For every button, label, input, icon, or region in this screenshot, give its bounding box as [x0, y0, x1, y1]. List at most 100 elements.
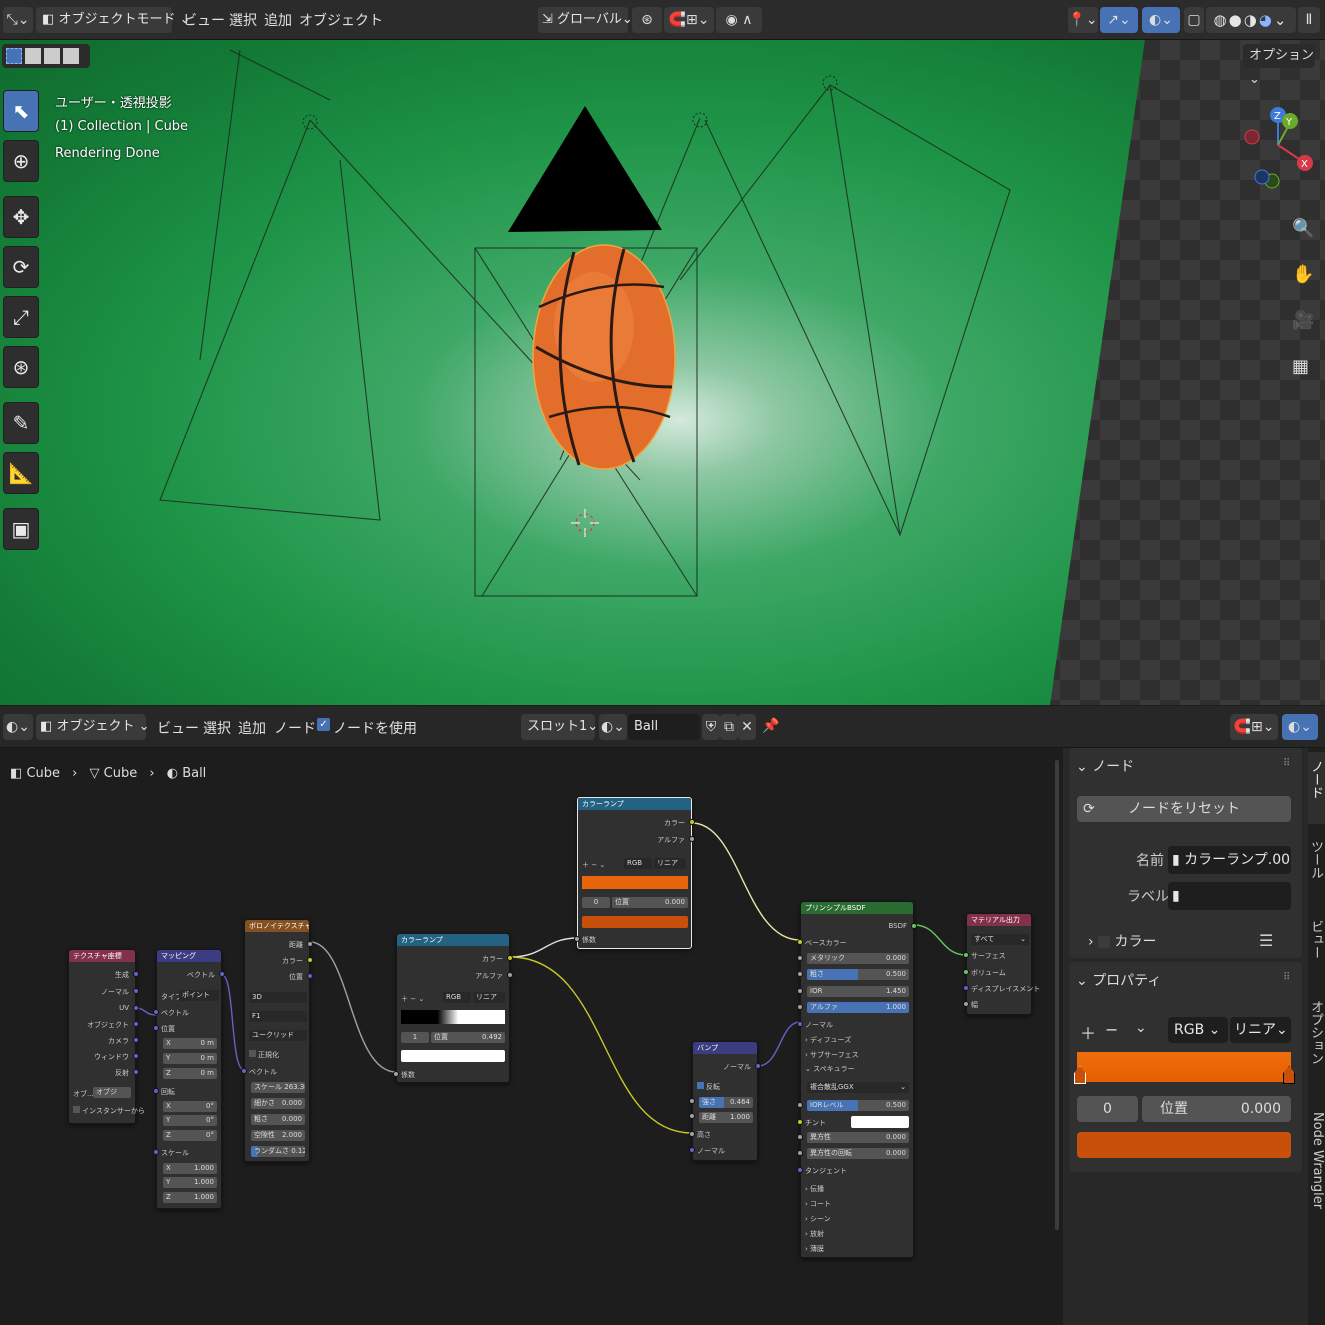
select-mode-icons[interactable]: [2, 44, 90, 68]
socket[interactable]: [507, 955, 513, 961]
socket[interactable]: [911, 923, 917, 929]
rot-z-field[interactable]: Z 0°: [163, 1130, 217, 1141]
node-menu-node[interactable]: ノード: [274, 718, 316, 738]
feature-dropdown[interactable]: F1: [249, 1011, 307, 1022]
node-header[interactable]: テクスチャ座標: [69, 950, 135, 962]
socket[interactable]: [133, 988, 139, 994]
roughness-field[interactable]: 粗さ 0.000: [251, 1114, 305, 1125]
duplicate-material-icon[interactable]: ⧉: [720, 714, 738, 740]
node-header[interactable]: プリンシプルBSDF: [801, 902, 913, 914]
select-extend-icon[interactable]: [25, 48, 41, 64]
options-dropdown[interactable]: オプション ⌄: [1243, 44, 1315, 87]
editor-type-icon[interactable]: ⤡⌄: [3, 7, 33, 33]
voronoi-texture-node[interactable]: ボロノイテクスチャ 距離 カラー 位置 3D F1 ユークリッド 正規化 ベクト…: [241, 919, 313, 1162]
drag-handle-icon[interactable]: ⠿: [1283, 758, 1290, 769]
ramp-controls[interactable]: ＋ − ⌄: [401, 994, 424, 1004]
section-emission[interactable]: › 放射: [805, 1229, 824, 1239]
measure-tool-button[interactable]: 📐: [3, 452, 39, 494]
socket[interactable]: [797, 955, 803, 961]
ortho-toggle-icon[interactable]: ▦: [1292, 356, 1309, 377]
color-mode-dropdown[interactable]: RGB: [443, 992, 471, 1003]
tint-swatch[interactable]: [851, 1116, 909, 1128]
loc-y-field[interactable]: Y 0 m: [163, 1053, 217, 1064]
socket[interactable]: [797, 1102, 803, 1108]
sidebar-tab-node[interactable]: ノード: [1308, 760, 1325, 799]
stop-color-swatch[interactable]: [1077, 1132, 1291, 1158]
socket[interactable]: [797, 1150, 803, 1156]
pan-hand-icon[interactable]: ✋: [1292, 264, 1314, 285]
node-header[interactable]: マテリアル出力: [967, 914, 1031, 926]
section-thin-film[interactable]: › 薄膜: [805, 1244, 824, 1254]
scl-y-field[interactable]: Y 1.000: [163, 1177, 217, 1188]
properties-panel-header[interactable]: ⌄ プロパティ: [1076, 970, 1161, 990]
node-editor-scrollbar[interactable]: [1055, 760, 1059, 1230]
select-tool-button[interactable]: ⬉: [3, 90, 39, 132]
mode-dropdown[interactable]: ◧ オブジェクトモード ⌄: [36, 7, 190, 33]
node-menu-select[interactable]: 選択: [203, 718, 231, 738]
section-subsurface[interactable]: › サブサーフェス: [805, 1050, 859, 1060]
lacunarity-field[interactable]: 空隙性 2.000: [251, 1130, 305, 1141]
mapping-node[interactable]: マッピング ベクトル タイプ: ポイント ベクトル 位置 X0 m Y0 m Z…: [153, 949, 225, 1209]
ior-level-field[interactable]: IORレベル 0.500: [807, 1100, 909, 1111]
chevron-down-icon[interactable]: ⌄: [1135, 1020, 1147, 1036]
metric-dropdown[interactable]: ユークリッド: [249, 1030, 307, 1041]
socket[interactable]: [797, 971, 803, 977]
socket[interactable]: [133, 1069, 139, 1075]
metallic-field[interactable]: メタリック 0.000: [807, 953, 909, 964]
color-ramp-widget[interactable]: [1077, 1052, 1291, 1082]
color-section[interactable]: › カラー: [1088, 931, 1157, 951]
menu-select[interactable]: 選択: [229, 10, 257, 30]
node-header[interactable]: ボロノイテクスチャ: [245, 920, 309, 932]
sidebar-tab-tool[interactable]: ツール: [1308, 840, 1325, 879]
socket[interactable]: [307, 957, 313, 963]
socket[interactable]: [393, 1071, 399, 1077]
ior-field[interactable]: IOR 1.450: [807, 986, 909, 997]
distribution-dropdown[interactable]: 複合散乱GGX ⌄: [807, 1082, 909, 1093]
menu-add[interactable]: 追加: [264, 10, 292, 30]
scale-tool-button[interactable]: ⤢: [3, 296, 39, 338]
socket[interactable]: [133, 1053, 139, 1059]
node-header[interactable]: バンプ: [693, 1042, 757, 1054]
socket[interactable]: [219, 971, 225, 977]
select-box-icon[interactable]: [6, 48, 22, 64]
socket[interactable]: [307, 973, 313, 979]
node-editor-type-icon[interactable]: ◐⌄: [3, 714, 33, 740]
section-coat[interactable]: › コート: [805, 1199, 831, 1209]
color-mode-dropdown[interactable]: RGB: [624, 858, 652, 869]
socket[interactable]: [507, 972, 513, 978]
rot-x-field[interactable]: X 0°: [163, 1101, 217, 1112]
shader-type-dropdown[interactable]: ◧ オブジェクト ⌄: [36, 714, 149, 740]
node-overlay-icon[interactable]: ◐⌄: [1282, 714, 1318, 740]
instancer-checkbox[interactable]: インスタンサーから: [73, 1106, 145, 1116]
color-ramp-gradient[interactable]: [582, 876, 688, 889]
anisotropic-rotation-field[interactable]: 異方性の回転 0.000: [807, 1148, 909, 1159]
socket[interactable]: [755, 1063, 761, 1069]
remove-stop-icon[interactable]: −: [1105, 1020, 1118, 1039]
stop-index-field[interactable]: 0: [582, 897, 610, 908]
proportional-edit-icon[interactable]: ◉ ∧: [716, 7, 762, 33]
name-field[interactable]: ▮ カラーランプ.001: [1168, 846, 1291, 874]
stop-index-field[interactable]: 1: [401, 1032, 429, 1043]
snap-icon[interactable]: 🧲⊞⌄: [664, 7, 714, 33]
detail-field[interactable]: 細かさ 0.000: [251, 1098, 305, 1109]
drag-handle-icon[interactable]: ⠿: [1283, 972, 1290, 983]
material-shading-icon[interactable]: ◑: [1244, 11, 1259, 29]
type-dropdown[interactable]: ポイント: [179, 990, 219, 1001]
loc-z-field[interactable]: Z 0 m: [163, 1068, 217, 1079]
section-diffuse[interactable]: › ディフューズ: [805, 1035, 851, 1045]
loc-x-field[interactable]: X 0 m: [163, 1038, 217, 1049]
node-menu-add[interactable]: 追加: [238, 718, 266, 738]
stop-index-field[interactable]: 0: [1077, 1096, 1138, 1122]
color-ramp-node[interactable]: カラーランプ カラー アルファ ＋ − ⌄ RGB リニア 1 位置 0.492 …: [393, 933, 513, 1083]
unlink-material-icon[interactable]: ✕: [738, 714, 756, 740]
list-icon[interactable]: ☰: [1259, 931, 1273, 950]
sidebar-tab-node-wrangler[interactable]: Node Wrangler: [1309, 1112, 1325, 1209]
socket[interactable]: [153, 1025, 159, 1031]
socket[interactable]: [797, 1167, 803, 1173]
section-specular[interactable]: ⌄ スペキュラー: [805, 1064, 855, 1074]
node-menu-view[interactable]: ビュー: [157, 718, 199, 738]
transform-tool-button[interactable]: ⊛: [3, 346, 39, 388]
socket[interactable]: [797, 1134, 803, 1140]
socket[interactable]: [797, 939, 803, 945]
slot-dropdown[interactable]: スロット1⌄: [521, 714, 598, 740]
